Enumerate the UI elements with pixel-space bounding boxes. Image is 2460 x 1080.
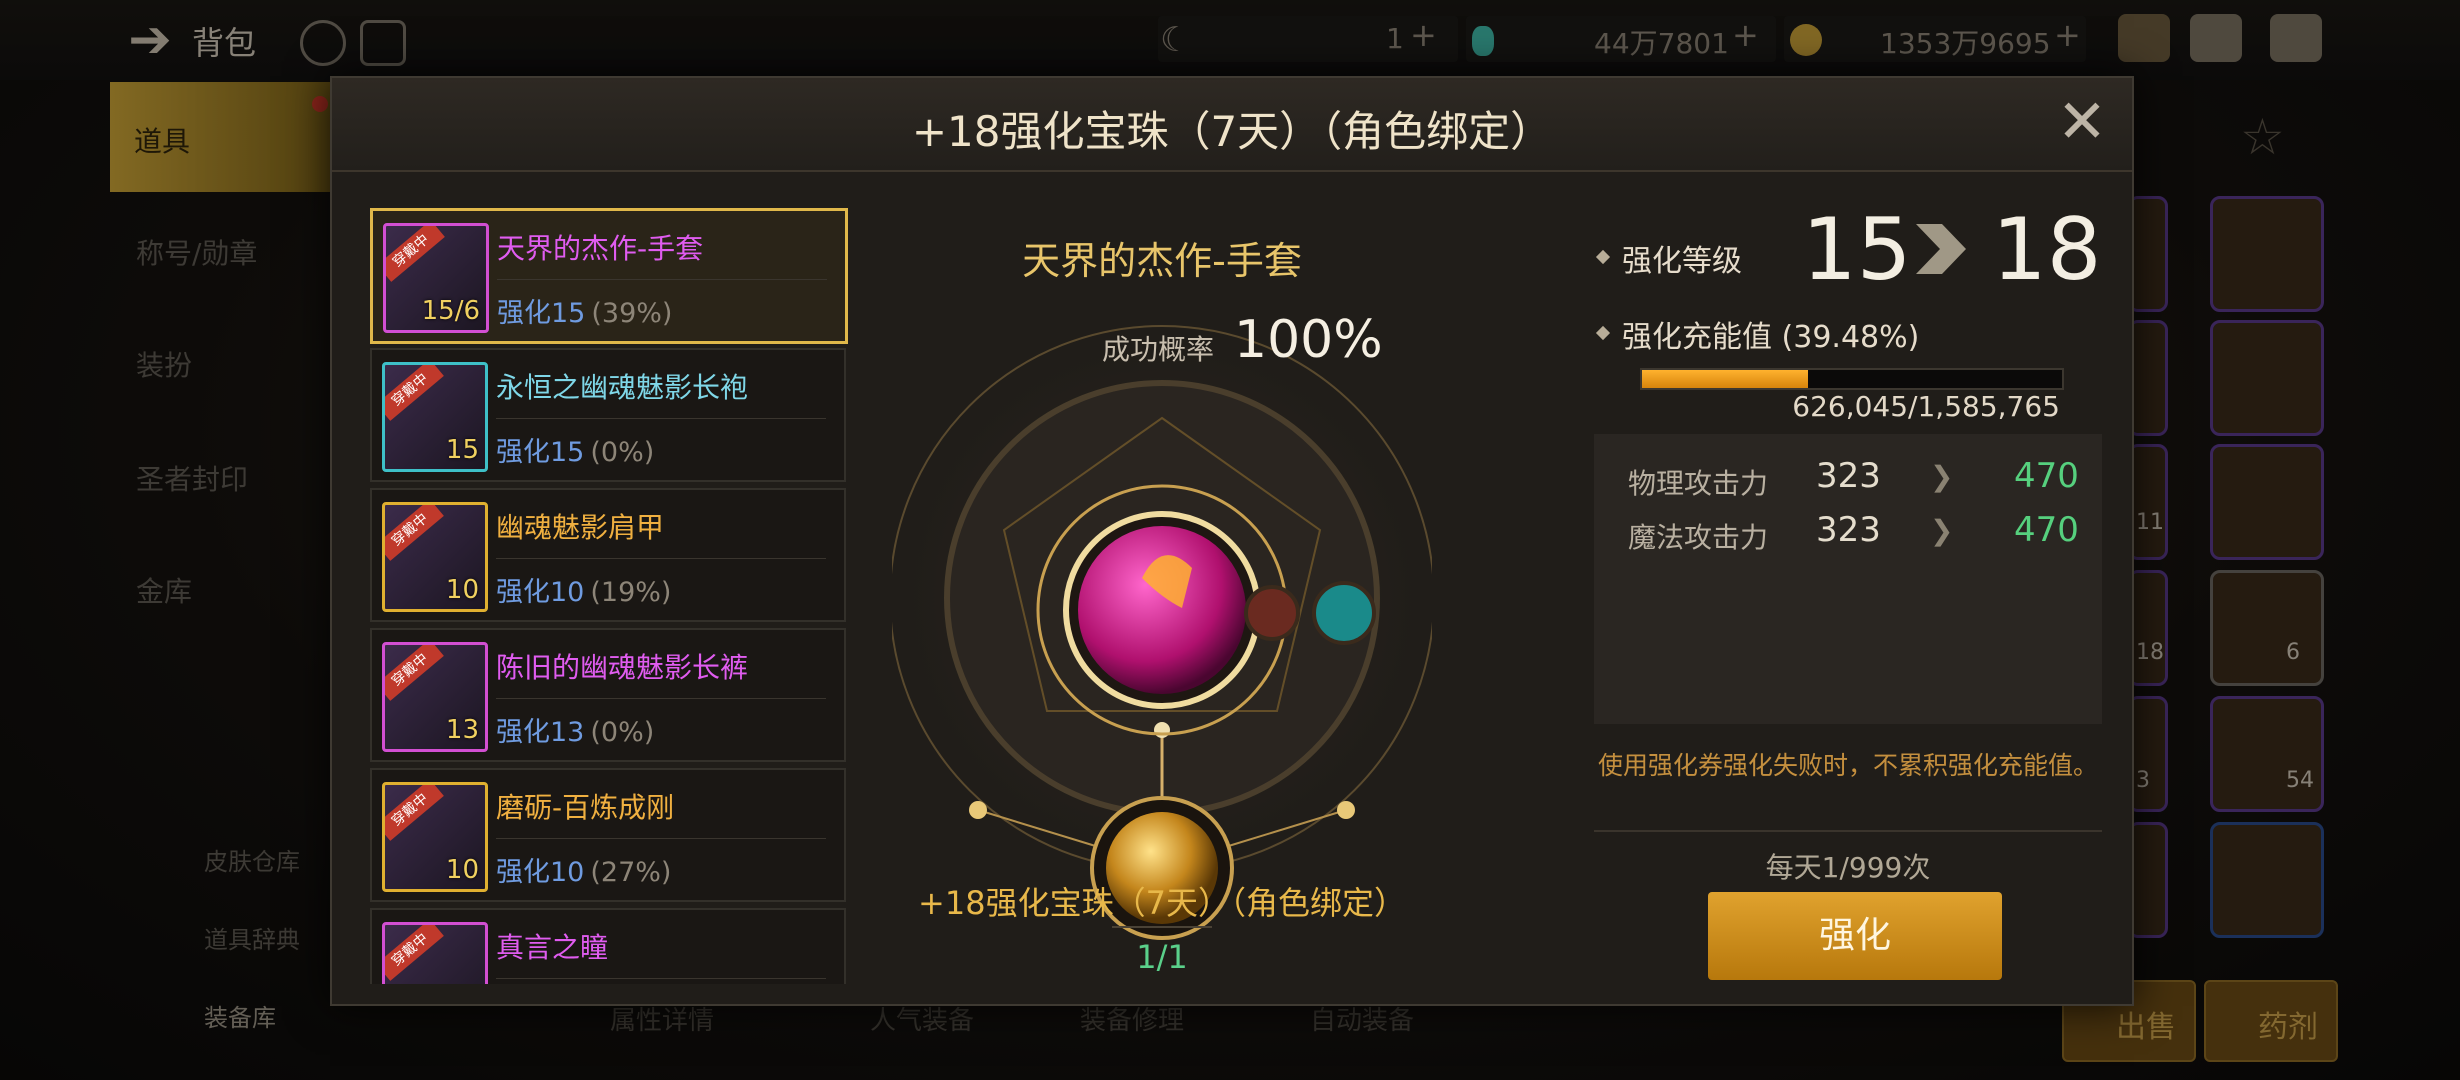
chevron-right-icon: ❯ — [1930, 460, 1954, 493]
equipped-ribbon: 穿戴中 — [386, 226, 445, 282]
equipment-level-badge: 15/6 — [421, 296, 480, 326]
divider — [496, 978, 826, 979]
equipment-enhance-status: 强化15 (0%) — [496, 430, 654, 469]
divider — [497, 279, 827, 280]
stat-new-value: 470 — [2014, 510, 2079, 550]
bullet-icon — [1595, 249, 1611, 265]
stat-changes-panel: 物理攻击力 323 ❯ 470 魔法攻击力 323 ❯ 470 — [1594, 434, 2102, 724]
enhance-button[interactable]: 强化 — [1708, 892, 2002, 980]
divider — [496, 838, 826, 839]
level-from: 15 — [1802, 200, 1912, 300]
equipped-ribbon: 穿戴中 — [385, 645, 444, 701]
equipment-list-item[interactable]: 穿戴中 15/6 天界的杰作-手套 强化15 (39%) — [370, 208, 848, 344]
close-button[interactable]: ✕ — [2054, 92, 2110, 152]
enhance-level: 强化15 — [496, 437, 585, 468]
chevron-right-icon: ❯ — [1930, 514, 1954, 547]
equipment-thumbnail: 穿戴中 10 — [382, 502, 488, 612]
daily-limit: 每天1/999次 — [1765, 851, 1931, 884]
enhance-note: 使用强化券强化失败时，不累积强化充能值。 — [1597, 751, 2098, 780]
equipment-name: 磨砺-百炼成刚 — [496, 791, 675, 824]
material-name: +18强化宝珠（7天）（角色绑定） — [918, 884, 1406, 922]
enhance-percent: (39%) — [591, 298, 673, 329]
divider — [1594, 830, 2102, 832]
charge-value: 626,045/1,585,765 — [1792, 390, 2060, 423]
enhance-percent: (19%) — [590, 577, 672, 608]
equipped-ribbon: 穿戴中 — [385, 365, 444, 421]
dialog-title: +18强化宝珠（7天）（角色绑定） — [911, 107, 1553, 156]
stat-old-value: 323 — [1816, 510, 1881, 550]
equipment-level-badge: 15 — [445, 435, 479, 465]
equipment-name: 幽魂魅影肩甲 — [496, 511, 665, 544]
enhance-level-label: 强化等级 — [1622, 244, 1742, 279]
equipment-list-item[interactable]: 穿戴中 10 幽魂魅影肩甲 强化10 (19%) — [370, 488, 846, 622]
equipment-thumbnail: 穿戴中 — [382, 922, 488, 984]
enhance-percent: (0%) — [590, 717, 655, 748]
enhance-level: 强化13 — [496, 717, 585, 748]
equipped-ribbon: 穿戴中 — [385, 925, 444, 981]
equipment-list-item[interactable]: 穿戴中 15 永恒之幽魂魅影长袍 强化15 (0%) — [370, 348, 846, 482]
enhance-level: 强化15 — [497, 298, 586, 329]
level-to: 18 — [1992, 200, 2102, 300]
divider — [496, 418, 826, 419]
equipment-thumbnail: 穿戴中 13 — [382, 642, 488, 752]
enhance-level: 强化10 — [496, 857, 585, 888]
equipment-list: 穿戴中 15/6 天界的杰作-手套 强化15 (39%) 穿戴中 15 永恒之幽魂魅影长袍 强化… — [370, 208, 850, 984]
stat-old-value: 323 — [1816, 456, 1881, 496]
arrow-right-icon — [1916, 224, 1976, 274]
target-item-name: 天界的杰作-手套 — [1022, 239, 1302, 283]
equipment-enhance-status: 强化15 (39%) — [497, 291, 672, 330]
success-rate-value: 100% — [1234, 310, 1383, 370]
stat-label: 魔法攻击力 — [1628, 521, 1769, 554]
divider — [496, 558, 826, 559]
equipment-enhance-status: 强化13 (0%) — [496, 710, 654, 749]
enhance-percent: (27%) — [590, 857, 672, 888]
equipment-name: 天界的杰作-手套 — [497, 232, 704, 265]
divider — [1112, 926, 1212, 928]
charge-label: 强化充能值 (39.48%) — [1622, 320, 1920, 355]
enhance-level: 强化10 — [496, 577, 585, 608]
equipment-enhance-status: 强化10 (19%) — [496, 570, 671, 609]
divider — [496, 698, 826, 699]
equipment-name: 真言之瞳 — [496, 931, 609, 964]
equipment-level-badge: 10 — [445, 855, 479, 885]
charge-progress-bar — [1640, 368, 2064, 390]
stat-new-value: 470 — [2014, 456, 2079, 496]
equipment-list-item[interactable]: 穿戴中 13 陈旧的幽魂魅影长裤 强化13 (0%) — [370, 628, 846, 762]
enhance-percent: (0%) — [590, 437, 655, 468]
equipment-list-item[interactable]: 穿戴中 真言之瞳 — [370, 908, 846, 984]
equipped-ribbon: 穿戴中 — [385, 785, 444, 841]
success-rate-label: 成功概率 — [1102, 333, 1215, 366]
equipment-thumbnail: 穿戴中 10 — [382, 782, 488, 892]
stat-label: 物理攻击力 — [1628, 467, 1769, 500]
equipment-name: 永恒之幽魂魅影长袍 — [496, 371, 749, 404]
equipment-thumbnail: 穿戴中 15/6 — [383, 223, 489, 333]
equipment-thumbnail: 穿戴中 15 — [382, 362, 488, 472]
enhance-dialog: +18强化宝珠（7天）（角色绑定） ✕ 穿戴中 15/6 天界的杰作-手套 强化15(… — [330, 76, 2134, 1006]
equipment-enhance-status: 强化10 (27%) — [496, 850, 671, 889]
material-count: 1/1 — [1136, 938, 1188, 976]
equipment-list-item[interactable]: 穿戴中 10 磨砺-百炼成刚 强化10 (27%) — [370, 768, 846, 902]
equipped-ribbon: 穿戴中 — [385, 505, 444, 561]
bullet-icon — [1595, 325, 1611, 341]
charge-progress-fill — [1642, 370, 1808, 388]
equipment-level-badge: 10 — [445, 575, 479, 605]
equipment-name: 陈旧的幽魂魅影长裤 — [496, 651, 749, 684]
equipment-level-badge: 13 — [445, 715, 479, 745]
